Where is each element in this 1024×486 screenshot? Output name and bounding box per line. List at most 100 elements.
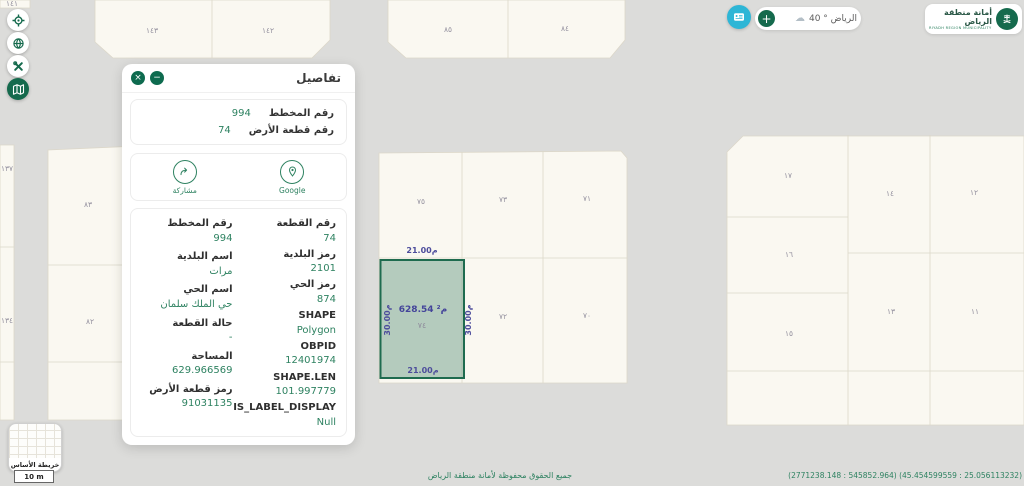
tools-button[interactable] bbox=[7, 55, 29, 77]
scale-bar: 10 m bbox=[14, 470, 54, 483]
google-pin-icon bbox=[280, 160, 304, 184]
google-button-label: Google bbox=[279, 186, 305, 195]
field-label: اسم البلدية bbox=[137, 250, 233, 265]
field: حالة القطعة - bbox=[137, 317, 233, 350]
widget-button[interactable] bbox=[727, 5, 751, 29]
attributes-column-right: رقم القطعة 74 رمز البلدية 2101 رمز الحي … bbox=[233, 217, 337, 432]
field-value: حي الملك سلمان bbox=[137, 298, 233, 313]
field-value: 101.997779 bbox=[237, 385, 337, 400]
parcel-number-value: 74 bbox=[218, 125, 231, 136]
map-label: م30.00 bbox=[464, 304, 473, 335]
plan-number-row: رقم المخطط 994 bbox=[143, 105, 334, 122]
field-label: رمز قطعة الأرض bbox=[137, 383, 233, 398]
logo-subtitle: RIYADH REGION MUNICIPALITY bbox=[929, 26, 992, 30]
map-label: ١٧ bbox=[784, 171, 792, 180]
map-label: م21.00 bbox=[407, 366, 438, 375]
map-label: ١٣ bbox=[887, 307, 895, 316]
share-icon bbox=[173, 160, 197, 184]
field-label: اسم الحي bbox=[137, 283, 233, 298]
add-button[interactable]: + bbox=[758, 10, 775, 27]
selected-parcel[interactable] bbox=[381, 260, 465, 378]
field: رمز قطعة الأرض 91031135 bbox=[137, 383, 233, 416]
field-value: Polygon bbox=[237, 324, 337, 339]
plan-number-label: رقم المخطط bbox=[269, 108, 334, 119]
logo-text: أمانة منطقة الرياض RIYADH REGION MUNICIP… bbox=[929, 8, 992, 31]
map-label: م21.00 bbox=[406, 246, 437, 255]
field: رمز البلدية 2101 bbox=[237, 248, 337, 279]
field-value: 2101 bbox=[237, 262, 337, 277]
scale-label: 10 m bbox=[24, 473, 43, 481]
map-label: ١٦ bbox=[785, 250, 793, 259]
share-button-label: مشاركة bbox=[173, 186, 197, 195]
field-value: 12401974 bbox=[237, 354, 337, 369]
locate-button[interactable] bbox=[7, 9, 29, 31]
map-label: ٧٥ bbox=[417, 197, 425, 206]
map-label: ١٤٢ bbox=[262, 26, 274, 35]
map-label: ٧٤ bbox=[418, 321, 427, 330]
map-label: ٧٢ bbox=[499, 312, 507, 321]
field: اسم الحي حي الملك سلمان bbox=[137, 283, 233, 316]
map-label: ١٤١ bbox=[6, 0, 18, 8]
close-button[interactable]: × bbox=[131, 71, 145, 85]
field: رقم القطعة 74 bbox=[237, 217, 337, 248]
map-label: ١٣٤ bbox=[1, 316, 13, 325]
field: IS_LABEL_DISPLAY Null bbox=[237, 401, 337, 432]
map-label: ١٢ bbox=[970, 188, 978, 197]
field-label: رمز البلدية bbox=[237, 248, 337, 263]
field-label: OBPID bbox=[237, 340, 337, 355]
attributes-card: رقم القطعة 74 رمز البلدية 2101 رمز الحي … bbox=[130, 208, 347, 437]
field-value: مرات bbox=[137, 265, 233, 280]
map-label: ١٣٧ bbox=[1, 164, 13, 173]
coordinates-readout: (2771238.148 : 545852.964) (45.454599559… bbox=[762, 471, 1022, 480]
field: المساحة 629.966569 bbox=[137, 350, 233, 383]
map-label: 628.54 م² bbox=[399, 305, 447, 315]
municipality-logo[interactable]: أمانة منطقة الرياض RIYADH REGION MUNICIP… bbox=[925, 4, 1022, 34]
field-value: 994 bbox=[137, 232, 233, 247]
map-label: ٨٥ bbox=[444, 25, 452, 34]
map-icon bbox=[12, 83, 25, 96]
minimize-button[interactable]: − bbox=[150, 71, 164, 85]
app-window: ١٤١١٤٣١٤٢٨٥٨٤١٣٧١٣٤٨٣٨٢٧٥٧٣٧١٧٢٧٠١٧١٦١٥١… bbox=[0, 0, 1024, 486]
actions-card: Google مشاركة bbox=[130, 153, 347, 201]
map-label: ٧٠ bbox=[583, 311, 591, 320]
map-label: م30.00 bbox=[383, 304, 392, 335]
details-panel-header: تفاصيل × − bbox=[122, 64, 355, 93]
field: SHAPE Polygon bbox=[237, 309, 337, 340]
map-label: ٧١ bbox=[583, 194, 591, 203]
layers-button[interactable] bbox=[7, 78, 29, 100]
field-label: رمز الحي bbox=[237, 278, 337, 293]
logo-title: أمانة منطقة الرياض bbox=[929, 8, 992, 26]
field-value: 874 bbox=[237, 293, 337, 308]
basemap-toggle[interactable]: خريطة الأساس bbox=[8, 423, 62, 472]
field-label: SHAPE bbox=[237, 309, 337, 324]
crosshair-icon bbox=[12, 14, 25, 27]
field: SHAPE.LEN 101.997779 bbox=[237, 371, 337, 402]
map-label: ١٤ bbox=[886, 189, 894, 198]
map-label: ٨٣ bbox=[84, 200, 92, 209]
share-button[interactable]: مشاركة bbox=[131, 160, 239, 195]
panel-title: تفاصيل bbox=[296, 71, 341, 85]
map-label: ٧٣ bbox=[499, 195, 507, 204]
weather-chip: الرياض ° 40 ☁ bbox=[795, 14, 857, 24]
field-value: 629.966569 bbox=[137, 364, 233, 379]
field-value: 74 bbox=[237, 232, 337, 247]
map-label: ١٤٣ bbox=[146, 26, 158, 35]
field-value: - bbox=[137, 331, 233, 346]
attributes-column-left: رقم المخطط 994 اسم البلدية مرات اسم الحي… bbox=[137, 217, 233, 432]
field-label: IS_LABEL_DISPLAY bbox=[237, 401, 337, 416]
parcel-number-label: رقم قطعة الأرض bbox=[249, 125, 334, 136]
plan-number-value: 994 bbox=[232, 108, 251, 119]
globe-icon bbox=[12, 37, 25, 50]
field-label: حالة القطعة bbox=[137, 317, 233, 332]
globe-button[interactable] bbox=[7, 32, 29, 54]
google-button[interactable]: Google bbox=[239, 160, 347, 195]
field: رمز الحي 874 bbox=[237, 278, 337, 309]
field-value: Null bbox=[237, 416, 337, 431]
field-label: SHAPE.LEN bbox=[237, 371, 337, 386]
map-label: ١٥ bbox=[785, 329, 793, 338]
weather-text: الرياض ° 40 bbox=[809, 14, 857, 24]
details-panel: تفاصيل × − رقم المخطط 994 رقم قطعة الأرض… bbox=[122, 64, 355, 445]
field: رقم المخطط 994 bbox=[137, 217, 233, 250]
map-toolbar-pill: + الرياض ° 40 ☁ bbox=[755, 7, 861, 30]
map-label: ١١ bbox=[971, 307, 979, 316]
